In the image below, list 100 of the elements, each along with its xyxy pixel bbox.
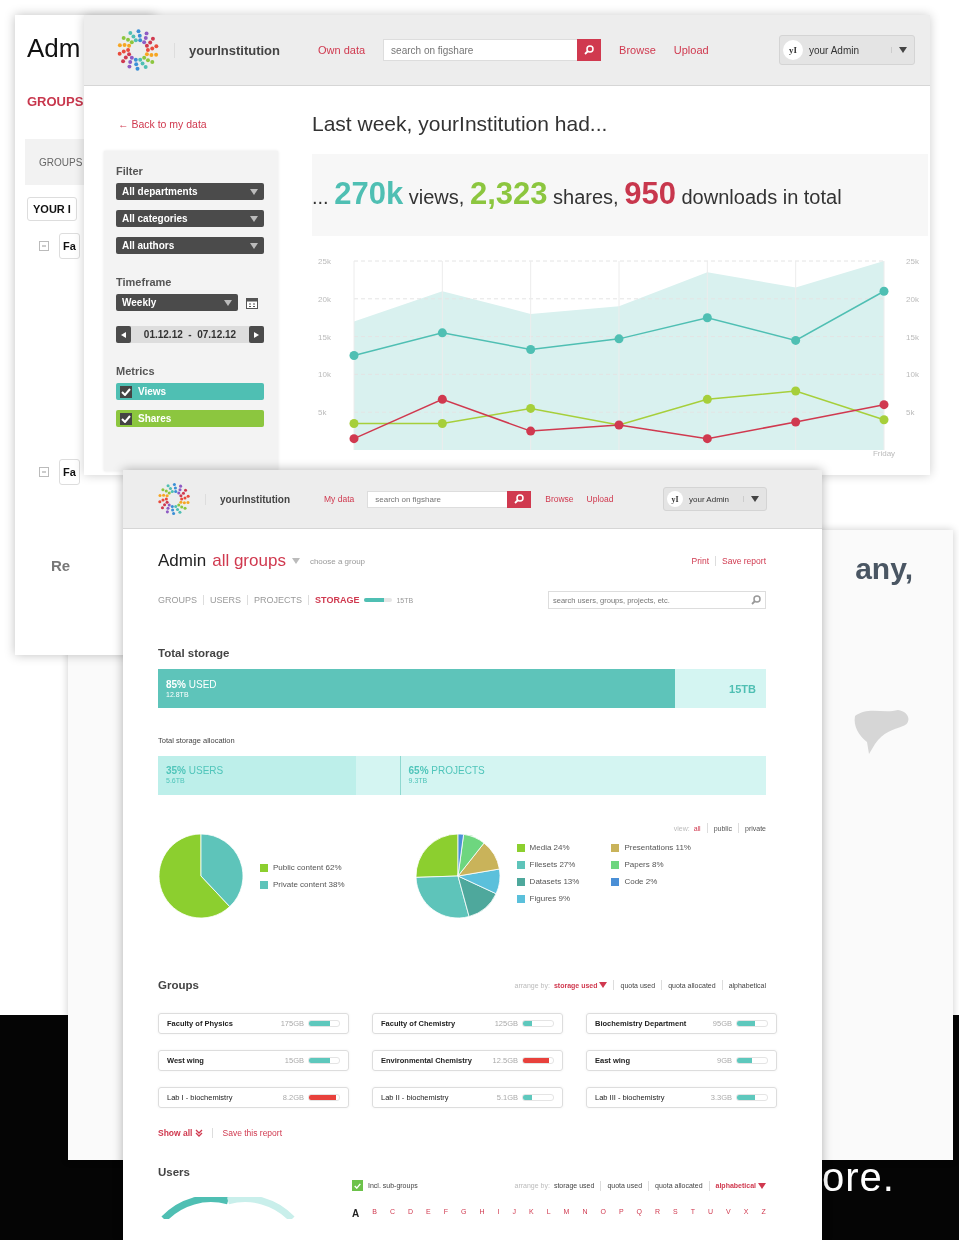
page-title: Adm [27, 33, 81, 64]
next-button[interactable] [249, 326, 264, 343]
section-heading: Users [158, 1166, 191, 1178]
page-title: Admin [158, 551, 207, 571]
quota-bar [736, 1094, 768, 1101]
caret-icon [250, 188, 258, 195]
group-item[interactable]: Fa [59, 459, 80, 485]
data-point [879, 415, 889, 425]
previous-button[interactable] [116, 326, 131, 343]
data-point [437, 394, 447, 404]
data-point [614, 420, 624, 430]
axis-label: 25k [906, 257, 919, 266]
action-link[interactable]: Print [691, 556, 710, 566]
action-link[interactable]: Save report [722, 556, 766, 566]
check-icon [121, 414, 131, 423]
user-name: your Admin [809, 44, 861, 56]
caret-icon [751, 496, 759, 502]
logo-icon [116, 28, 160, 72]
axis-label: 5k [906, 408, 915, 418]
data-point [879, 286, 889, 296]
headline: Last week, yourInstitution had... [312, 112, 609, 136]
data-point [437, 328, 447, 338]
search-button[interactable] [577, 39, 602, 61]
data-point [349, 419, 359, 429]
nav-link[interactable]: Browse [619, 44, 656, 56]
avatar: yI [783, 40, 803, 60]
legend-label: Media 24% [529, 843, 570, 852]
section-title: GROUPS [27, 94, 84, 109]
tab[interactable]: PROJECTS [254, 595, 303, 605]
logo-icon [157, 482, 191, 516]
right-arrow-icon [254, 331, 259, 338]
data-point [791, 417, 801, 427]
axis-label: 10k [906, 370, 919, 380]
collapse-icon [39, 241, 49, 251]
timeframe-heading: Timeframe [116, 276, 173, 288]
search-button[interactable] [507, 490, 532, 508]
group-button[interactable]: YOUR I [27, 197, 77, 221]
usage-label: 85% USED [166, 679, 217, 690]
quota-bar [308, 1057, 340, 1064]
report-heading: Re [51, 557, 72, 574]
check-icon [354, 1182, 361, 1189]
search-field[interactable]: search on figshare [383, 39, 578, 61]
letter-link[interactable]: A [352, 1208, 360, 1219]
legend-label: Public content 62% [273, 863, 342, 872]
promo-text: any, [855, 552, 913, 586]
nav-link[interactable]: Own data [318, 44, 366, 56]
legend-label: Private content 38% [273, 880, 345, 889]
data-point [349, 434, 359, 444]
quota-bar [522, 1020, 554, 1027]
nav-link[interactable]: Browse [545, 494, 574, 504]
legend-label: Code 2% [624, 877, 658, 886]
tab[interactable]: USERS [210, 595, 242, 605]
axis-label: 5k [318, 408, 327, 418]
caret-icon [250, 215, 258, 222]
search-field[interactable]: search on figshare [367, 490, 508, 508]
avatar: yI [667, 491, 683, 507]
collapse-icon [39, 467, 49, 477]
caret-icon [224, 299, 232, 306]
legend-label: Presentations 11% [624, 843, 691, 852]
tab[interactable]: GROUPS [158, 595, 197, 605]
axis-label: 10k [318, 370, 331, 380]
data-point [791, 335, 801, 345]
data-point [702, 394, 712, 404]
dropdown[interactable]: All categories [116, 210, 264, 227]
dropdown[interactable]: All departments [116, 183, 264, 200]
user-menu[interactable]: yI your Admin [779, 35, 915, 65]
nav-link[interactable]: My data [324, 494, 355, 504]
tab[interactable]: GROUPS [39, 156, 83, 168]
quota-bar [308, 1094, 340, 1101]
quota-bar [736, 1057, 768, 1064]
group-item[interactable]: Fa [59, 233, 80, 259]
data-point [614, 334, 624, 344]
data-point [349, 351, 359, 360]
dropdown[interactable]: Weekly [116, 294, 238, 311]
back-link[interactable]: ← Back to my data [118, 118, 294, 130]
group-selector[interactable]: all groups [212, 551, 286, 571]
nav-link[interactable]: Upload [586, 494, 614, 504]
save-link[interactable]: Save this report [222, 1128, 282, 1138]
axis-label: 15k [906, 332, 919, 342]
filter-heading: Filter [116, 165, 144, 177]
dropdown[interactable]: All authors [116, 237, 264, 254]
group-hint: choose a group [309, 556, 366, 566]
axis-label: 25k [318, 257, 331, 266]
nav-link[interactable]: Upload [673, 44, 709, 56]
tagline-text: ore. [822, 1155, 895, 1200]
show-all-link[interactable]: Show all [158, 1128, 193, 1138]
left-arrow-icon [121, 331, 126, 338]
axis-label: 15k [318, 332, 331, 342]
data-point [437, 419, 447, 429]
search-icon [514, 494, 525, 504]
quota-bar [522, 1057, 554, 1064]
legend-label: Datasets 13% [529, 877, 580, 886]
user-menu[interactable]: yI your Admin [663, 487, 767, 511]
allocation-label: 35% USERS [166, 765, 225, 776]
caret-icon [291, 558, 300, 564]
caret-icon [758, 1182, 766, 1189]
caret-icon [899, 47, 907, 53]
data-point [526, 403, 536, 413]
tab[interactable]: STORAGE [315, 595, 360, 605]
legend-label: Figures 9% [529, 894, 571, 903]
